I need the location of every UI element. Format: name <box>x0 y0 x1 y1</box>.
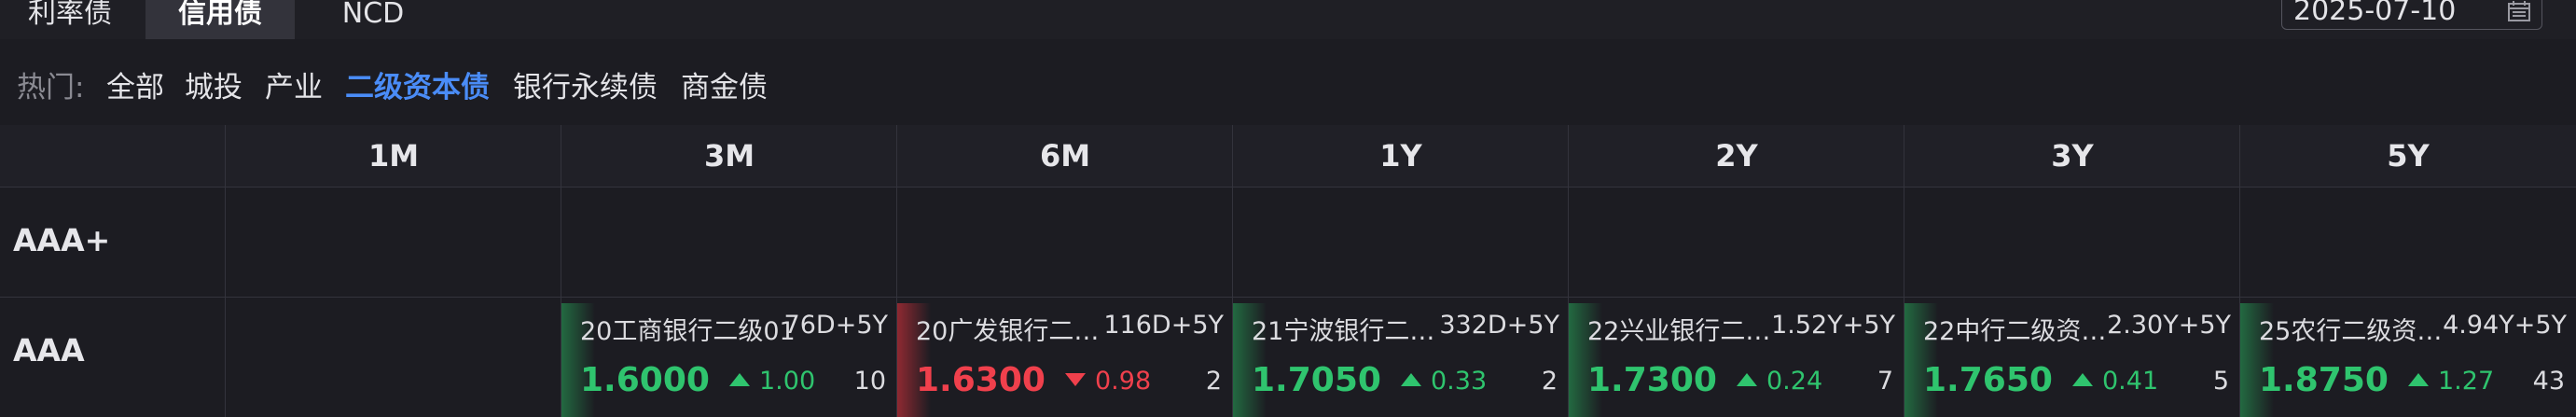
date-value: 2025-07-10 <box>2293 0 2457 27</box>
bond-name: 22兴业银行二级资本债01 <box>1587 317 1783 346</box>
filter-bank-perpetual[interactable]: 银行永续债 <box>513 63 658 105</box>
col-header-2y[interactable]: 2Y <box>1569 125 1904 187</box>
filter-label: 热门: <box>17 71 85 104</box>
col-header-3y[interactable]: 3Y <box>1904 125 2240 187</box>
trade-count: 2 <box>1205 367 1222 396</box>
triangle-up-icon <box>1737 372 1757 386</box>
quote-cell-2y[interactable]: 22兴业银行二级资本债01 1.52Y+5Y 1.7300 0.24 7 <box>1569 298 1904 417</box>
yield-value: 1.7300 <box>1587 361 1717 399</box>
row-divider <box>0 187 2576 188</box>
bond-name: 25农行二级资本债01 <box>2259 317 2455 346</box>
quote-cell-3m[interactable]: 20工商银行二级01 76D+5Y 1.6000 1.00 10 <box>561 298 897 417</box>
quote-cell-1y[interactable]: 21宁波银行二级资本债01 332D+5Y 1.7050 0.33 2 <box>1233 298 1569 417</box>
filter-all[interactable]: 全部 <box>106 63 164 105</box>
yield-change: 0.41 <box>2072 367 2158 396</box>
bond-term: 1.52Y+5Y <box>1771 311 1895 340</box>
triangle-up-icon <box>2408 372 2429 386</box>
top-bar: 利率债 信用债 NCD 2025-07-10 <box>0 0 2576 40</box>
tab-rate-bonds[interactable]: 利率债 <box>0 0 140 39</box>
triangle-down-icon <box>1065 372 1086 386</box>
yield-change: 1.27 <box>2408 367 2494 396</box>
filter-industry[interactable]: 产业 <box>265 63 323 105</box>
yield-value: 1.7650 <box>1923 361 2053 399</box>
bond-name: 20广发银行二级资本债01 <box>916 317 1112 346</box>
yield-value: 1.8750 <box>2259 361 2389 399</box>
row-label-aaa-plus: AAA+ <box>13 222 111 258</box>
trade-count: 10 <box>853 367 886 396</box>
yield-value: 1.6000 <box>580 361 710 399</box>
trade-count: 2 <box>1541 367 1558 396</box>
tab-ncd[interactable]: NCD <box>308 0 438 39</box>
col-header-5y[interactable]: 5Y <box>2240 125 2576 187</box>
bond-term: 332D+5Y <box>1439 311 1559 340</box>
yield-change: 0.98 <box>1065 367 1151 396</box>
quote-cell-5y[interactable]: 25农行二级资本债01 4.94Y+5Y 1.8750 1.27 43 <box>2240 298 2576 417</box>
triangle-up-icon <box>2072 372 2093 386</box>
col-divider <box>225 125 226 417</box>
bond-term: 4.94Y+5Y <box>2443 311 2567 340</box>
bond-term: 2.30Y+5Y <box>2107 311 2231 340</box>
triangle-up-icon <box>729 372 750 386</box>
row-label-aaa: AAA <box>13 332 85 368</box>
calendar-icon[interactable] <box>2508 1 2530 21</box>
col-header-6m[interactable]: 6M <box>897 125 1233 187</box>
yield-grid: 1M 3M 6M 1Y 2Y 3Y 5Y AAA+ AAA 20工商银行二级01… <box>0 125 2576 417</box>
yield-change: 1.00 <box>729 367 815 396</box>
yield-value: 1.7050 <box>1252 361 1381 399</box>
col-header-1y[interactable]: 1Y <box>1233 125 1569 187</box>
date-picker[interactable]: 2025-07-10 <box>2281 0 2542 30</box>
yield-value: 1.6300 <box>916 361 1046 399</box>
trade-count: 43 <box>2532 367 2565 396</box>
col-header-3m[interactable]: 3M <box>561 125 897 187</box>
col-header-1m[interactable]: 1M <box>226 125 561 187</box>
filter-commercial-financial[interactable]: 商金债 <box>681 63 768 105</box>
trade-count: 5 <box>2212 367 2229 396</box>
quote-cell-3y[interactable]: 22中行二级资本债01 2.30Y+5Y 1.7650 0.41 5 <box>1904 298 2240 417</box>
yield-change: 0.24 <box>1737 367 1822 396</box>
filter-tier2-capital[interactable]: 二级资本债 <box>345 63 490 105</box>
bond-name: 21宁波银行二级资本债01 <box>1252 317 1447 346</box>
bond-term: 116D+5Y <box>1103 311 1224 340</box>
quote-cell-6m[interactable]: 20广发银行二级资本债01 116D+5Y 1.6300 0.98 2 <box>897 298 1233 417</box>
bond-term: 76D+5Y <box>783 311 888 340</box>
bond-name: 22中行二级资本债01 <box>1923 317 2119 346</box>
tab-credit-bonds[interactable]: 信用债 <box>145 0 295 39</box>
filter-chengtou[interactable]: 城投 <box>185 63 242 105</box>
trade-count: 7 <box>1877 367 1893 396</box>
yield-change: 0.33 <box>1401 367 1487 396</box>
filter-bar: 热门: 全部 城投 产业 二级资本债 银行永续债 商金债 <box>0 39 2576 126</box>
triangle-up-icon <box>1401 372 1421 386</box>
